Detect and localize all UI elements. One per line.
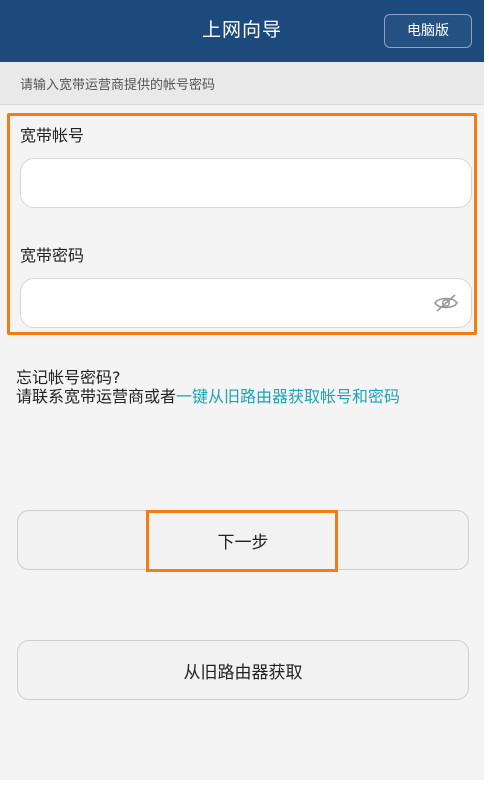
forgot-prefix-text: 请联系宽带运营商或者	[16, 387, 177, 406]
forgot-credentials-text: 请联系宽带运营商或者一键从旧路由器获取帐号和密码	[16, 386, 461, 408]
account-label: 宽带帐号	[20, 126, 85, 145]
next-highlight-box	[146, 510, 338, 572]
account-field-wrapper	[20, 158, 472, 208]
setup-wizard-page: 上网向导 电脑版 请输入宽带运营商提供的帐号密码 宽带帐号 宽带密码 忘记帐号密…	[0, 0, 484, 780]
get-from-old-router-link[interactable]: 一键从旧路由器获取帐号和密码	[176, 387, 400, 406]
get-from-old-router-button[interactable]: 从旧路由器获取	[17, 640, 469, 700]
pc-version-button[interactable]: 电脑版	[384, 14, 472, 48]
hint-bar: 请输入宽带运营商提供的帐号密码	[0, 62, 484, 105]
password-label: 宽带密码	[20, 246, 85, 265]
password-input[interactable]	[21, 279, 471, 327]
forgot-credentials-title: 忘记帐号密码?	[16, 368, 121, 387]
password-field-wrapper	[20, 278, 472, 328]
account-input[interactable]	[21, 159, 471, 207]
hint-text: 请输入宽带运营商提供的帐号密码	[20, 78, 216, 93]
eye-hidden-icon[interactable]	[433, 292, 459, 314]
header-bar: 上网向导 电脑版	[0, 0, 484, 62]
